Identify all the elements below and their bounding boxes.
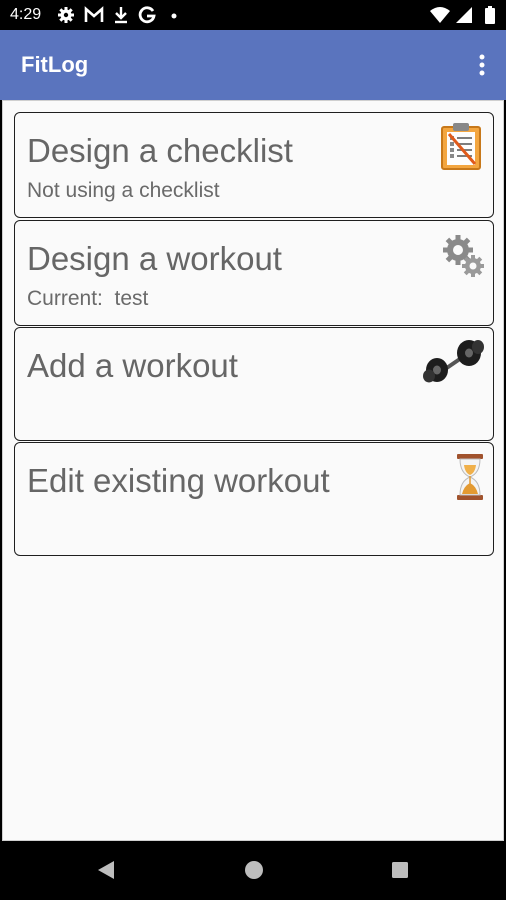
app-title: FitLog — [21, 52, 89, 77]
gear-icon — [58, 7, 74, 23]
navigation-bar — [0, 841, 506, 900]
status-time: 4:29 — [10, 6, 42, 23]
back-icon[interactable] — [96, 859, 116, 881]
hourglass-icon — [457, 454, 483, 500]
dot-icon — [171, 13, 177, 19]
design-workout-card[interactable]: Design a workout Current: test — [14, 220, 494, 326]
download-icon — [115, 7, 127, 24]
card-title: Add a workout — [27, 347, 238, 384]
overflow-menu-button[interactable] — [468, 50, 496, 80]
gmail-icon — [84, 6, 104, 22]
wifi-icon — [430, 7, 450, 23]
card-title: Design a checklist — [27, 132, 293, 169]
signal-icon — [456, 7, 472, 23]
main-content: Design a checklist Not using a checklist… — [2, 100, 504, 841]
card-subtitle: Current: test — [27, 287, 149, 310]
google-icon — [138, 6, 156, 24]
design-checklist-card[interactable]: Design a checklist Not using a checklist — [14, 112, 494, 218]
gears-icon — [443, 235, 484, 277]
overflow-menu-icon — [479, 54, 485, 76]
recents-icon[interactable] — [390, 859, 410, 881]
battery-icon — [485, 6, 495, 24]
dumbbell-icon — [423, 340, 484, 383]
status-bar: 4:29 — [0, 0, 506, 30]
edit-workout-card[interactable]: Edit existing workout — [14, 442, 494, 556]
app-bar: FitLog — [0, 30, 506, 100]
card-subtitle: Not using a checklist — [27, 179, 220, 202]
card-title: Edit existing workout — [27, 462, 330, 499]
home-icon[interactable] — [243, 859, 265, 881]
checklist-icon — [441, 123, 481, 170]
card-title: Design a workout — [27, 240, 282, 277]
add-workout-card[interactable]: Add a workout — [14, 327, 494, 441]
